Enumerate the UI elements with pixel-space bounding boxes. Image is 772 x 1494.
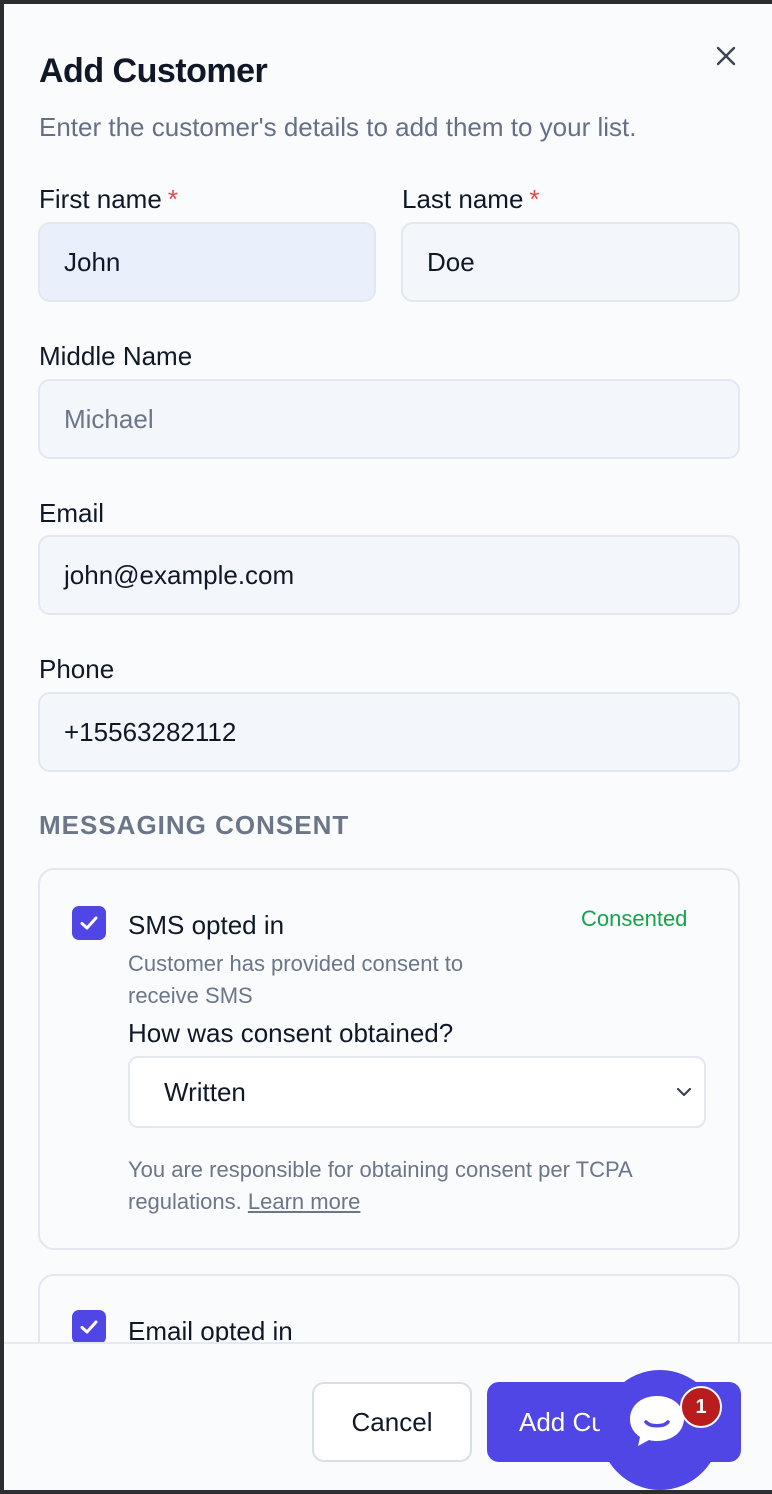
chat-icon (630, 1396, 684, 1446)
cancel-button[interactable]: Cancel (312, 1382, 472, 1462)
dialog-subtitle: Enter the customer's details to add them… (39, 112, 637, 142)
required-mark: * (167, 184, 178, 214)
tcpa-notice: You are responsible for obtaining consen… (128, 1154, 688, 1218)
check-icon (80, 1320, 98, 1334)
consent-method-label: How was consent obtained? (128, 1018, 454, 1048)
sms-consent-description: Customer has provided consent to receive… (128, 951, 464, 1008)
add-customer-dialog: Add Customer Enter the customer's detail… (4, 4, 772, 1490)
dialog-title: Add Customer (39, 52, 268, 90)
middle-name-label: Middle Name (39, 341, 193, 371)
notification-badge: 1 (680, 1386, 722, 1428)
first-name-label-text: First name (39, 184, 162, 214)
check-icon (80, 916, 98, 930)
close-button[interactable] (710, 40, 742, 72)
sms-opt-in-label: SMS opted in (128, 910, 285, 940)
learn-more-link[interactable]: Learn more (248, 1189, 361, 1214)
sms-consent-card: SMS opted in Consented Customer has prov… (38, 868, 740, 1250)
phone-label: Phone (39, 654, 115, 684)
last-name-input[interactable]: Doe (401, 222, 740, 302)
middle-name-input[interactable]: Michael (38, 379, 740, 459)
close-icon (716, 46, 736, 66)
required-mark: * (529, 184, 540, 214)
tcpa-notice-text: You are responsible for obtaining consen… (128, 1157, 632, 1214)
first-name-input[interactable]: John (38, 222, 376, 302)
last-name-label: Last name * (402, 184, 540, 215)
consent-method-value: Written (164, 1076, 246, 1107)
consent-status-badge: Consented (581, 906, 688, 931)
sms-opt-in-checkbox[interactable] (72, 906, 106, 940)
chevron-down-icon (676, 1087, 692, 1097)
email-input[interactable]: john@example.com (38, 535, 740, 615)
email-label: Email (39, 498, 105, 528)
email-opt-in-checkbox[interactable] (72, 1310, 106, 1344)
first-name-label: First name * (39, 184, 178, 215)
consent-method-select[interactable]: Written (128, 1056, 706, 1128)
last-name-label-text: Last name (402, 184, 524, 214)
phone-input[interactable]: +15563282112 (38, 692, 740, 772)
messaging-consent-heading: MESSAGING CONSENT (39, 810, 350, 840)
